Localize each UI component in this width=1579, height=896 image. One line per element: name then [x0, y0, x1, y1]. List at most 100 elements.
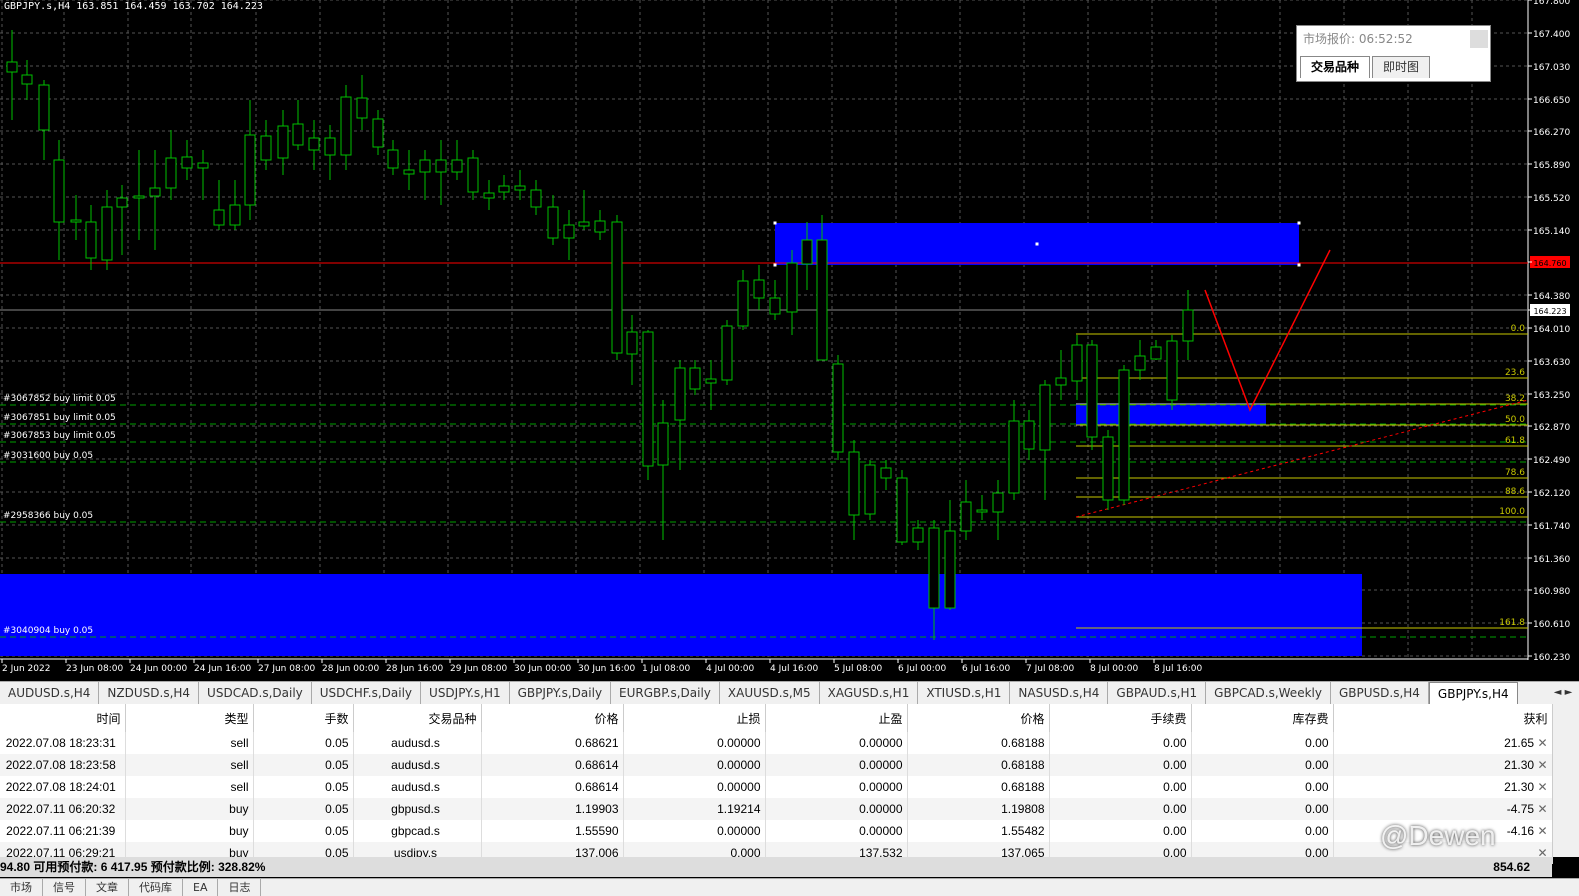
column-header[interactable]: 类型 [125, 704, 254, 732]
candle-body [229, 204, 241, 226]
price-axis-label: 162.870 [1533, 423, 1570, 433]
time-axis-label: 24 Jun 16:00 [194, 664, 251, 674]
time-axis-label: 23 Jun 08:00 [66, 664, 123, 674]
chart-tab[interactable]: GBPJPY.s,Daily [510, 682, 612, 704]
order-row[interactable]: 2022.07.08 18:23:31 sell 0.05 audusd.s 0.686… [0, 732, 1553, 754]
zone-handle[interactable] [1035, 242, 1039, 246]
candle-body [1150, 346, 1162, 360]
candle-body [769, 297, 781, 315]
chart-tab[interactable]: EURGBP.s,Daily [611, 682, 720, 704]
order-row[interactable]: 2022.07.11 06:21:39 buy 0.05 gbpcad.s 1.5559… [0, 820, 1553, 842]
terminal-tab[interactable]: 信号 [43, 879, 86, 896]
fib-level-label: 50.0 [1505, 415, 1525, 425]
order-cell: 2022.07.08 18:24:01 [0, 776, 126, 798]
chart-tab[interactable]: XAUUSD.s,M5 [720, 682, 820, 704]
candle-body [642, 331, 654, 467]
chart-tab[interactable]: NASUSD.s,H4 [1010, 682, 1109, 704]
order-cell: 21.30 ✕ [1333, 776, 1553, 798]
close-order-icon[interactable]: ✕ [1534, 824, 1547, 838]
chart-tab[interactable]: USDCHF.s,Daily [312, 682, 422, 704]
column-header[interactable]: 止损 [623, 704, 766, 732]
fib-level-label: 23.6 [1505, 368, 1525, 378]
close-order-icon[interactable]: ✕ [1534, 780, 1547, 794]
zone-handle[interactable] [773, 263, 777, 267]
current-price-tag-label: 164.223 [1533, 307, 1566, 316]
column-header[interactable]: 交易品种 [353, 704, 482, 732]
order-row[interactable]: 2022.07.08 18:23:58 sell 0.05 audusd.s 0.686… [0, 754, 1553, 776]
order-cell: 0.68614 [481, 776, 624, 798]
chart-tab[interactable]: GBPAUD.s,H1 [1108, 682, 1207, 704]
candle-body [1008, 420, 1020, 494]
account-summary: 94.80 可用预付款: 6 417.95 预付款比例: 328.82% 854… [0, 857, 1552, 877]
column-header[interactable]: 手续费 [1049, 704, 1192, 732]
price-axis-label: 161.360 [1533, 555, 1570, 565]
price-axis-label: 163.630 [1533, 358, 1570, 368]
order-cell: 0.05 [253, 820, 354, 842]
chart-tab[interactable]: GBPCAD.s,Weekly [1206, 682, 1331, 704]
column-header[interactable]: 价格 [481, 704, 624, 732]
chart-tab[interactable]: USDCAD.s,Daily [199, 682, 312, 704]
chart-tab[interactable]: XTIUSD.s,H1 [918, 682, 1011, 704]
terminal-scrollbar[interactable] [1552, 704, 1579, 857]
chart-area[interactable]: #3067852 buy limit 0.05 #3067851 buy limi… [0, 0, 1579, 678]
time-axis-label: 4 Jul 16:00 [770, 664, 819, 674]
candle-body [1071, 344, 1083, 382]
close-icon[interactable] [1470, 30, 1488, 48]
time-axis-label: 28 Jun 00:00 [322, 664, 379, 674]
entry-zone[interactable] [1076, 403, 1266, 425]
close-order-icon[interactable]: ✕ [1534, 758, 1547, 772]
order-cell: 0.00000 [623, 820, 766, 842]
order-cell: 0.68188 [907, 776, 1050, 798]
terminal-tab[interactable]: 代码库 [129, 879, 183, 896]
terminal-tab[interactable]: 文章 [86, 879, 129, 896]
candle-body [53, 159, 65, 223]
order-cell: -4.75 ✕ [1333, 798, 1553, 820]
order-cell: 0.68621 [481, 732, 624, 754]
demand-zone[interactable] [0, 574, 1362, 656]
chart-tab[interactable]: GBPJPY.s,H4 [1428, 682, 1518, 704]
column-header[interactable]: 止盈 [765, 704, 908, 732]
chart-tab[interactable]: AUDUSD.s,H4 [0, 682, 100, 704]
candle-body [85, 221, 97, 259]
order-cell: gbpcad.s [353, 820, 482, 842]
terminal-tab[interactable]: 市场 [0, 879, 43, 896]
column-header[interactable]: 手数 [253, 704, 354, 732]
price-chart[interactable]: #3067852 buy limit 0.05 #3067851 buy limi… [0, 0, 1579, 678]
order-row[interactable]: 2022.07.11 06:20:32 buy 0.05 gbpusd.s 1.1990… [0, 798, 1553, 820]
chart-tab[interactable]: XAGUSD.s,H1 [820, 682, 919, 704]
terminal-tabs: 市场 信号 文章 代码库 EA 日志 [0, 878, 1579, 896]
zone-handle[interactable] [1297, 263, 1301, 267]
projection-line[interactable] [1204, 249, 1331, 412]
order-cell: 0.00000 [765, 776, 908, 798]
candle-body [372, 118, 384, 148]
zone-handle[interactable] [773, 221, 777, 225]
price-axis-label: 164.380 [1533, 292, 1570, 302]
terminal-tab[interactable]: 日志 [218, 879, 262, 896]
close-order-icon[interactable]: ✕ [1534, 802, 1547, 816]
order-cell: gbpusd.s [353, 798, 482, 820]
price-axis-label: 165.890 [1533, 161, 1570, 171]
terminal-tab[interactable]: EA [183, 879, 219, 896]
chart-tab[interactable]: USDJPY.s,H1 [421, 682, 510, 704]
candle-body [1102, 436, 1114, 501]
order-row[interactable]: 2022.07.08 18:24:01 sell 0.05 audusd.s 0.686… [0, 776, 1553, 798]
zone-handle[interactable] [1297, 221, 1301, 225]
chart-tab[interactable]: NZDUSD.s,H4 [99, 682, 200, 704]
candle-body [181, 156, 193, 169]
column-header[interactable]: 时间 [0, 704, 126, 732]
tab-symbols[interactable]: 交易品种 [1300, 56, 1371, 78]
tab-tick-chart[interactable]: 即时图 [1372, 56, 1431, 78]
candle-body [1055, 377, 1067, 386]
tab-scroll-arrows-icon[interactable]: ◄ ► [1549, 682, 1577, 704]
close-order-icon[interactable]: ✕ [1534, 736, 1547, 750]
column-header[interactable]: 库存费 [1191, 704, 1334, 732]
column-header[interactable]: 获利 [1333, 704, 1553, 732]
orders-header: 时间 类型 手数 交易品种 价格 止损 止盈 价格 手续费 库存费 获利 [0, 704, 1553, 732]
column-header[interactable]: 价格 [907, 704, 1050, 732]
price-axis-label: 161.740 [1533, 522, 1570, 532]
chart-tab[interactable]: GBPUSD.s,H4 [1331, 682, 1429, 704]
order-cell: audusd.s [353, 732, 482, 754]
market-watch-window[interactable]: 市场报价: 06:52:52 交易品种 即时图 [1296, 25, 1491, 82]
candle-body [1182, 309, 1194, 342]
candle-body [816, 239, 828, 361]
